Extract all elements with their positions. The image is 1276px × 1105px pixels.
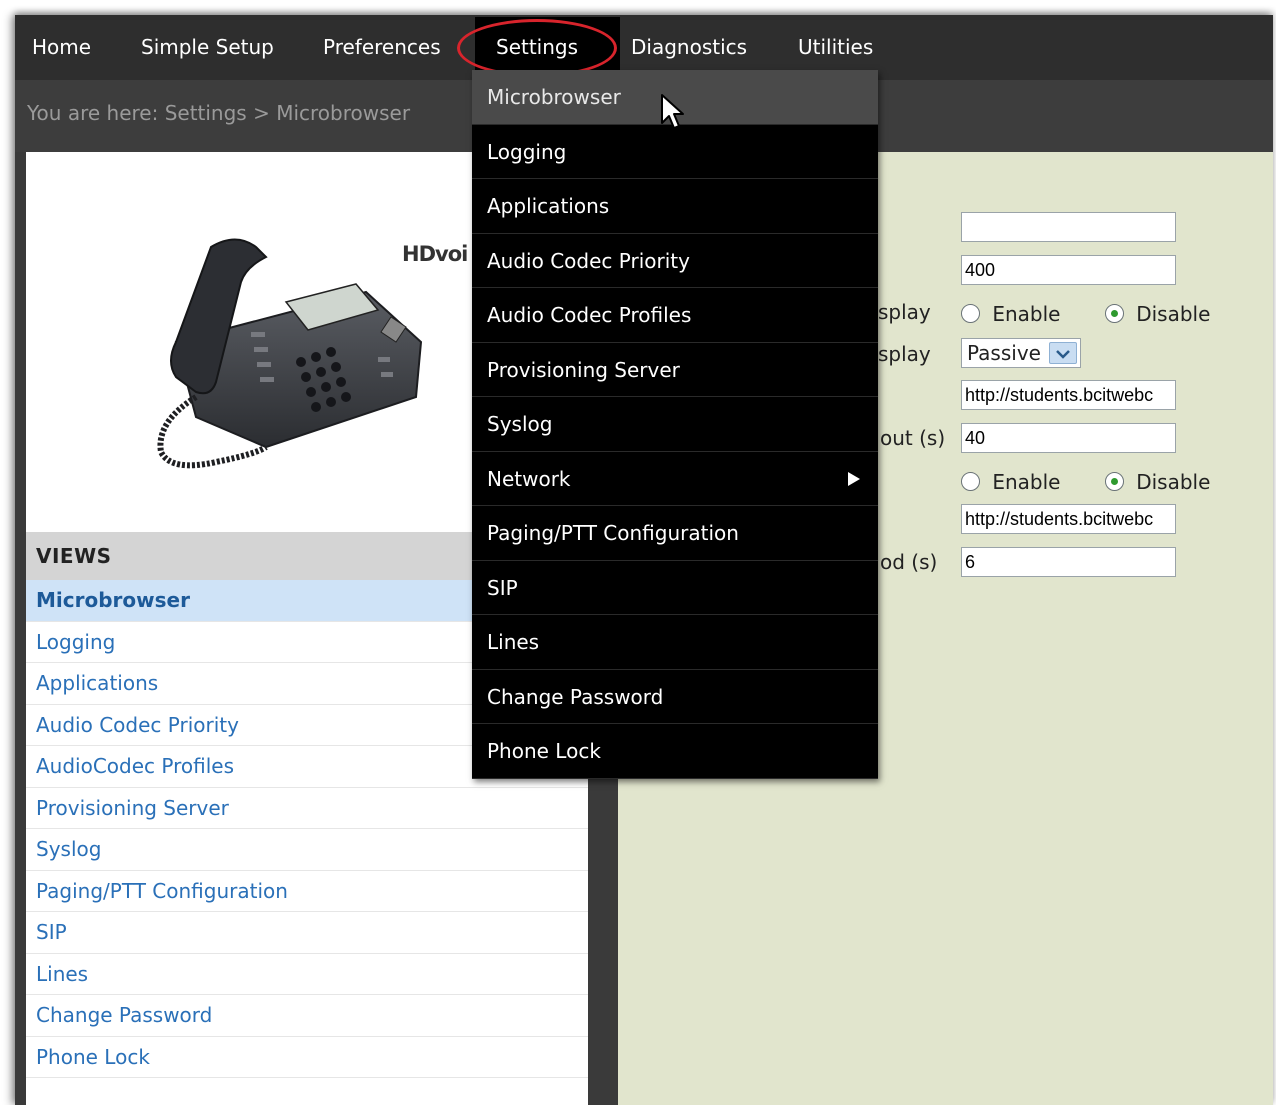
row3-radio-group: Enable Disable [961, 302, 1210, 326]
form-field-2[interactable]: 400 [961, 255, 1176, 285]
row4-select[interactable]: Passive [961, 338, 1081, 368]
menu-item-paging-ptt[interactable]: Paging/PTT Configuration [472, 506, 878, 561]
form-field-1[interactable] [961, 212, 1176, 242]
row9-label: od (s) [880, 550, 938, 574]
nav-settings[interactable]: Settings [496, 35, 578, 59]
menu-item-sip[interactable]: SIP [472, 560, 878, 615]
breadcrumb: You are here: Settings > Microbrowser [27, 101, 411, 125]
form-field-8[interactable]: http://students.bcitwebc [961, 504, 1176, 534]
nav-preferences[interactable]: Preferences [323, 35, 441, 59]
form-field-5[interactable]: http://students.bcitwebc [961, 380, 1176, 410]
menu-item-provisioning-server[interactable]: Provisioning Server [472, 342, 878, 397]
menu-item-network[interactable]: Network [472, 451, 878, 506]
chevron-down-icon[interactable] [1049, 342, 1077, 364]
menu-item-logging[interactable]: Logging [472, 124, 878, 179]
row3-enable-label: Enable [992, 302, 1061, 326]
row3-label: splay [878, 300, 931, 324]
view-item-phone-lock[interactable]: Phone Lock [26, 1036, 588, 1078]
menu-item-syslog[interactable]: Syslog [472, 397, 878, 452]
row7-radio-group: Enable Disable [961, 470, 1210, 494]
row6-label: out (s) [880, 426, 946, 450]
hd-voice-logo: HDvoi [402, 242, 468, 266]
row4-select-value: Passive [967, 341, 1041, 365]
menu-item-network-label: Network [487, 466, 571, 491]
form-field-9[interactable]: 6 [961, 547, 1176, 577]
ip-phone-image [157, 238, 423, 469]
form-field-6[interactable]: 40 [961, 423, 1176, 453]
mouse-pointer-icon [661, 94, 684, 129]
nav-simple-setup[interactable]: Simple Setup [141, 35, 274, 59]
row4-label: splay [878, 342, 931, 366]
row7-disable-radio[interactable] [1104, 472, 1124, 491]
nav-home[interactable]: Home [32, 35, 91, 59]
app-window: Home Simple Setup Preferences Settings D… [15, 15, 1273, 1105]
menu-item-applications[interactable]: Applications [472, 179, 878, 234]
row3-enable-radio[interactable] [961, 304, 980, 323]
menu-item-audio-codec-priority[interactable]: Audio Codec Priority [472, 233, 878, 288]
menu-item-audio-codec-profiles[interactable]: Audio Codec Profiles [472, 288, 878, 343]
settings-dropdown-menu: Microbrowser Logging Applications Audio … [472, 70, 878, 779]
row7-disable-label: Disable [1136, 470, 1211, 494]
row3-disable-label: Disable [1136, 302, 1211, 326]
views-title: VIEWS [36, 544, 112, 568]
view-item-sip[interactable]: SIP [26, 912, 588, 954]
view-item-syslog[interactable]: Syslog [26, 829, 588, 871]
view-item-lines[interactable]: Lines [26, 953, 588, 995]
view-item-change-password[interactable]: Change Password [26, 995, 588, 1037]
view-item-provisioning-server[interactable]: Provisioning Server [26, 787, 588, 829]
row3-disable-radio[interactable] [1104, 304, 1124, 323]
menu-item-phone-lock[interactable]: Phone Lock [472, 724, 878, 779]
nav-diagnostics[interactable]: Diagnostics [631, 35, 747, 59]
menu-item-change-password[interactable]: Change Password [472, 669, 878, 724]
row7-enable-label: Enable [992, 470, 1061, 494]
row7-enable-radio[interactable] [961, 472, 980, 491]
menu-item-lines[interactable]: Lines [472, 615, 878, 670]
nav-utilities[interactable]: Utilities [798, 35, 873, 59]
view-item-paging-ptt[interactable]: Paging/PTT Configuration [26, 870, 588, 912]
submenu-arrow-icon [848, 471, 860, 486]
